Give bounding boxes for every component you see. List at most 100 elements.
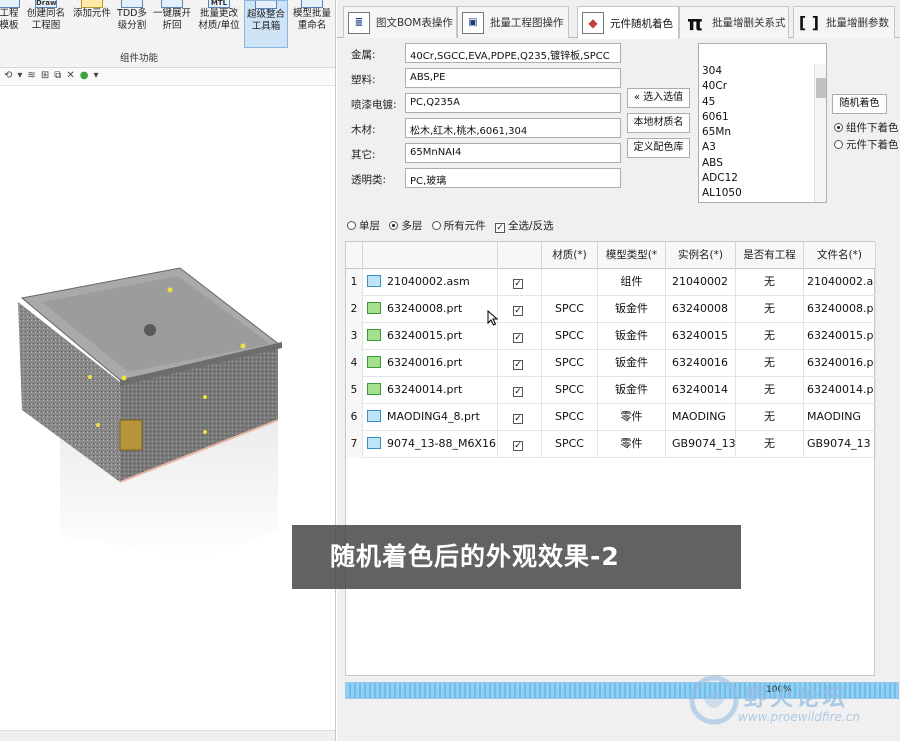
cell-check[interactable]: ✓ bbox=[498, 269, 542, 296]
cell-filename[interactable]: MAODING bbox=[804, 404, 876, 431]
row-checkbox[interactable]: ✓ bbox=[513, 279, 523, 289]
listbox-item[interactable]: A3 bbox=[699, 140, 826, 155]
cell-type[interactable]: 钣金件 bbox=[598, 350, 666, 377]
table-row[interactable]: 4 63240016.prt ✓ SPCC 钣金件 63240016 无 63240016.p bbox=[346, 350, 876, 377]
cell-check[interactable]: ✓ bbox=[498, 350, 542, 377]
cell-material[interactable]: SPCC bbox=[542, 377, 598, 404]
cell-has-drawing[interactable]: 无 bbox=[736, 269, 804, 296]
ribbon-button-batch-rename[interactable]: 模型批量 重命名 bbox=[290, 0, 334, 48]
cell-check[interactable]: ✓ bbox=[498, 296, 542, 323]
cell-type[interactable]: 零件 bbox=[598, 404, 666, 431]
close-icon[interactable]: ✕ bbox=[66, 70, 79, 81]
row-checkbox[interactable]: ✓ bbox=[513, 333, 523, 343]
header-has-drawing[interactable]: 是否有工程 bbox=[736, 242, 804, 269]
color-mode-part[interactable]: 元件下着色 bbox=[834, 137, 899, 152]
opt-single[interactable]: 单层 bbox=[347, 220, 380, 232]
listbox-item[interactable]: 40Cr bbox=[699, 79, 826, 94]
cell-material[interactable]: SPCC bbox=[542, 323, 598, 350]
random-color-button[interactable]: 随机着色 bbox=[832, 94, 887, 114]
other-field[interactable]: 65MnNAI4 bbox=[405, 143, 621, 163]
filter-icon[interactable]: ⧉ bbox=[54, 70, 66, 81]
cell-filename[interactable]: 63240015.p bbox=[804, 323, 876, 350]
tree-icon[interactable]: ⊞ bbox=[41, 70, 54, 81]
radio-part[interactable] bbox=[834, 140, 843, 149]
cell-material[interactable]: SPCC bbox=[542, 296, 598, 323]
header-instance[interactable]: 实例名(*) bbox=[666, 242, 736, 269]
cell-material[interactable]: SPCC bbox=[542, 431, 598, 458]
cad-viewport[interactable]: 工程 模板 Draw 创建同名 工程图 添加元件 TDD多 级分割 一键展开 折… bbox=[0, 0, 336, 741]
cell-material[interactable]: SPCC bbox=[542, 350, 598, 377]
paint-field[interactable]: PC,Q235A bbox=[405, 93, 621, 113]
color-mode-component[interactable]: 组件下着色 bbox=[834, 120, 899, 135]
ribbon-button-tdd-split[interactable]: TDD多 级分割 bbox=[114, 0, 150, 48]
row-checkbox[interactable]: ✓ bbox=[513, 441, 523, 451]
listbox-scrollbar[interactable] bbox=[814, 64, 826, 202]
cell-instance[interactable]: 63240015 bbox=[666, 323, 736, 350]
cell-filename[interactable]: GB9074_13 bbox=[804, 431, 876, 458]
cell-name[interactable]: 63240008.prt bbox=[363, 296, 498, 323]
cell-has-drawing[interactable]: 无 bbox=[736, 377, 804, 404]
cell-check[interactable]: ✓ bbox=[498, 323, 542, 350]
cell-has-drawing[interactable]: 无 bbox=[736, 296, 804, 323]
cell-has-drawing[interactable]: 无 bbox=[736, 323, 804, 350]
listbox-item[interactable]: ADC12 bbox=[699, 171, 826, 186]
cell-instance[interactable]: 63240016 bbox=[666, 350, 736, 377]
listbox-item[interactable]: 65Mn bbox=[699, 125, 826, 140]
cell-instance[interactable]: GB9074_13 bbox=[666, 431, 736, 458]
sphere-icon[interactable]: ● bbox=[80, 70, 94, 81]
wood-field[interactable]: 松木,红木,桃木,6061,304 bbox=[405, 118, 621, 138]
cell-check[interactable]: ✓ bbox=[498, 377, 542, 404]
cell-has-drawing[interactable]: 无 bbox=[736, 350, 804, 377]
cell-check[interactable]: ✓ bbox=[498, 431, 542, 458]
table-row[interactable]: 3 63240015.prt ✓ SPCC 钣金件 63240015 无 63240015.p bbox=[346, 323, 876, 350]
header-type[interactable]: 模型类型(* bbox=[598, 242, 666, 269]
tab-relations[interactable]: π 批量增删关系式 bbox=[679, 6, 789, 38]
material-listbox[interactable]: 304 40Cr 45 6061 65Mn A3 ABS ADC12 AL1050 bbox=[698, 43, 827, 203]
select-value-button[interactable]: « 选入选值 bbox=[627, 88, 690, 108]
cell-name[interactable]: MAODING4_8.prt bbox=[363, 404, 498, 431]
tab-bom[interactable]: ≣ 图文BOM表操作 bbox=[343, 6, 457, 38]
cell-name[interactable]: 63240014.prt bbox=[363, 377, 498, 404]
cell-material[interactable] bbox=[542, 269, 598, 296]
tab-parameters[interactable]: [ ] 批量增删参数 bbox=[793, 6, 895, 38]
rotate-icon[interactable]: ⟲ bbox=[4, 70, 17, 81]
cell-filename[interactable]: 63240008.p bbox=[804, 296, 876, 323]
cell-instance[interactable]: 21040002 bbox=[666, 269, 736, 296]
ribbon-button-expand-fold[interactable]: 一键展开 折回 bbox=[150, 0, 194, 48]
cad-model-view[interactable] bbox=[0, 90, 336, 650]
cell-name[interactable]: 63240015.prt bbox=[363, 323, 498, 350]
cell-filename[interactable]: 63240014.p bbox=[804, 377, 876, 404]
scrollbar-thumb[interactable] bbox=[816, 78, 826, 98]
table-row[interactable]: 2 63240008.prt ✓ SPCC 钣金件 63240008 无 63240008.p bbox=[346, 296, 876, 323]
opt-select-all[interactable]: ✓ 全选/反选 bbox=[495, 220, 554, 233]
cell-check[interactable]: ✓ bbox=[498, 404, 542, 431]
table-row[interactable]: 1 21040002.asm ✓ 组件 21040002 无 21040002.a bbox=[346, 269, 876, 296]
dropdown-icon[interactable]: ▾ bbox=[17, 70, 27, 81]
table-row[interactable]: 7 9074_13-88_M6X16 ✓ SPCC 零件 GB9074_13 无 GB9074… bbox=[346, 431, 876, 458]
cell-type[interactable]: 组件 bbox=[598, 269, 666, 296]
ribbon-button-add-component[interactable]: 添加元件 bbox=[70, 0, 114, 48]
header-filename[interactable]: 文件名(*) bbox=[804, 242, 876, 269]
row-checkbox[interactable]: ✓ bbox=[513, 387, 523, 397]
table-row[interactable]: 5 63240014.prt ✓ SPCC 钣金件 63240014 无 63240014.p bbox=[346, 377, 876, 404]
plastic-field[interactable]: ABS,PE bbox=[405, 68, 621, 88]
row-checkbox[interactable]: ✓ bbox=[513, 306, 523, 316]
cell-type[interactable]: 钣金件 bbox=[598, 296, 666, 323]
listbox-item[interactable]: AL1050 bbox=[699, 186, 826, 201]
cell-filename[interactable]: 63240016.p bbox=[804, 350, 876, 377]
row-checkbox[interactable]: ✓ bbox=[513, 414, 523, 424]
ribbon-button-super-toolbox[interactable]: 超级整合 工具箱 bbox=[244, 0, 288, 48]
define-color-button[interactable]: 定义配色库 bbox=[627, 138, 690, 158]
cell-instance[interactable]: 63240014 bbox=[666, 377, 736, 404]
cell-type[interactable]: 钣金件 bbox=[598, 323, 666, 350]
local-material-button[interactable]: 本地材质名 bbox=[627, 113, 690, 133]
ribbon-button-template[interactable]: 工程 模板 bbox=[0, 0, 22, 48]
radio-component[interactable] bbox=[834, 123, 843, 132]
menu-icon[interactable]: ▾ bbox=[93, 70, 103, 81]
listbox-item[interactable]: 45 bbox=[699, 95, 826, 110]
cell-has-drawing[interactable]: 无 bbox=[736, 404, 804, 431]
tab-random-color[interactable]: ◆ 元件随机着色 bbox=[577, 6, 679, 39]
listbox-item[interactable]: 6061 bbox=[699, 110, 826, 125]
cell-instance[interactable]: 63240008 bbox=[666, 296, 736, 323]
row-checkbox[interactable]: ✓ bbox=[513, 360, 523, 370]
